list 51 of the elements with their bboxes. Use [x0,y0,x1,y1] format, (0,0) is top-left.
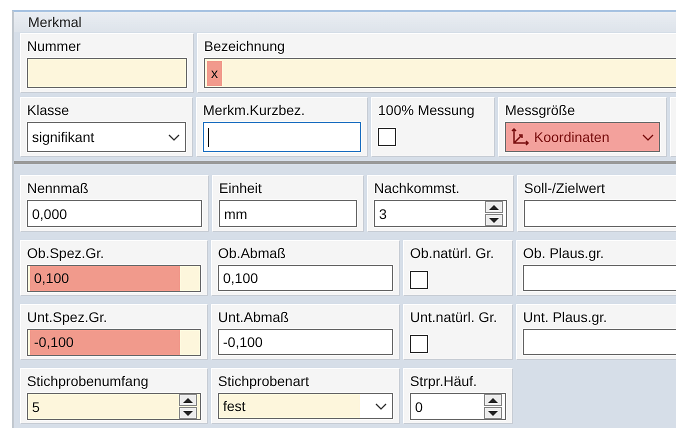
checkbox[interactable] [378,128,396,146]
spin-down-button[interactable] [484,407,502,419]
axes-icon [510,127,530,147]
input-field[interactable]: mm [219,200,357,227]
spin-down-button[interactable] [179,407,197,419]
field-label: Unt.Abmaß [218,308,289,326]
field-label: Nummer [27,37,81,55]
field-label: Stichprobenumfang [27,372,148,390]
input-field[interactable] [27,58,187,88]
dropdown[interactable]: signifikant [27,122,186,152]
field-label: Unt.natürl. Gr. [410,308,498,326]
spin-up-button[interactable] [484,394,502,406]
field-label: Nachkommst. [374,179,460,197]
dropdown[interactable]: Koordinaten [505,122,660,152]
input-field[interactable]: 0,100 [218,265,393,291]
chevron-down-icon [641,132,655,142]
input-field[interactable]: -0,100 [218,329,393,355]
field-label: Ob.natürl. Gr. [410,244,494,262]
field-label: Nennmaß [27,179,88,197]
spin-field[interactable]: 5 [27,393,201,420]
field-label: Messgröße [505,101,576,119]
chevron-down-icon [374,401,388,411]
spin-field[interactable]: 3 [374,200,507,227]
field-label: Soll-/Zielwert [524,179,605,197]
field-label: 100% Messung [378,101,475,119]
field-label: Bezeichnung [204,37,285,55]
input-field[interactable]: 0,000 [27,200,202,227]
dropdown[interactable]: fest [218,393,393,419]
text-cursor [208,128,209,146]
spin-up-button[interactable] [179,394,197,406]
spin-up-button[interactable] [485,201,503,213]
field-label: Ob.Spez.Gr. [27,244,104,262]
field-label: Ob.Abmaß [218,244,286,262]
field-label: Einheit [219,179,262,197]
group-title: Merkmal [14,12,676,32]
field-label: Stichprobenart [218,372,310,390]
input-field[interactable]: 0,100 [27,265,201,292]
chevron-down-icon [167,132,181,142]
field-label: Ob. Plaus.gr. [523,244,604,262]
field-label: Unt. Plaus.gr. [523,308,608,326]
input-field[interactable]: -0,100 [27,329,201,356]
field-label: Strpr.Häuf. [410,372,477,390]
input-field[interactable]: x [204,58,676,88]
spin-field[interactable]: 0 [410,393,506,420]
checkbox[interactable] [410,271,428,289]
input-field[interactable] [203,122,361,152]
checkbox[interactable] [410,335,428,353]
spin-down-button[interactable] [485,214,503,226]
field-label: Unt.Spez.Gr. [27,308,108,326]
field-label: Merkm.Kurzbez. [203,101,305,119]
field-label: Klasse [27,101,70,119]
